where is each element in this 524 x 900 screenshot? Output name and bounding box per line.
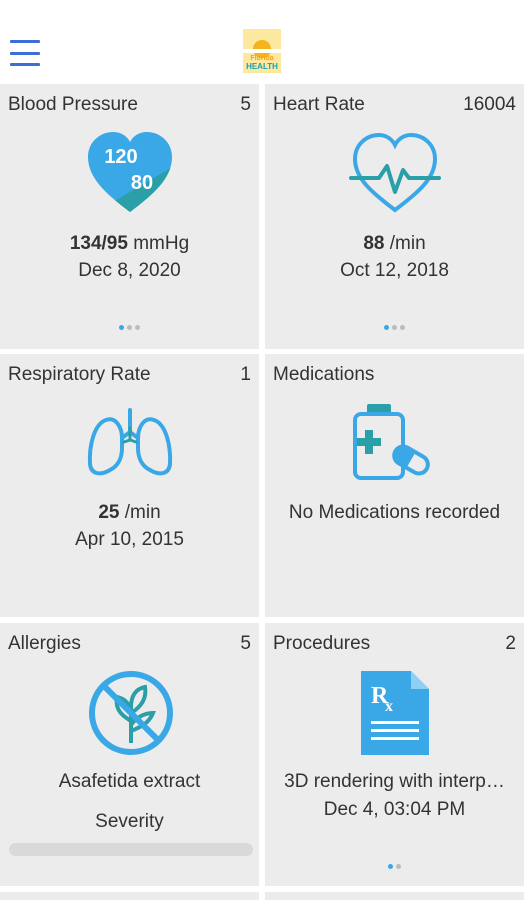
page-dot bbox=[400, 325, 405, 330]
menu-icon[interactable] bbox=[10, 40, 40, 66]
hr-date: Oct 12, 2018 bbox=[340, 260, 449, 281]
card-count: 5 bbox=[240, 94, 251, 115]
bp-date: Dec 8, 2020 bbox=[78, 260, 181, 281]
page-dot bbox=[119, 325, 124, 330]
card-count: 2 bbox=[505, 633, 516, 654]
severity-bar bbox=[9, 843, 253, 856]
allergy-name: Asafetida extract bbox=[58, 771, 201, 792]
app-logo: Florida HEALTH bbox=[243, 29, 281, 73]
page-indicator bbox=[265, 864, 524, 869]
page-dot bbox=[135, 325, 140, 330]
page-indicator bbox=[265, 325, 524, 330]
rr-value: 25 bbox=[98, 502, 120, 523]
card-count: 16004 bbox=[463, 94, 516, 115]
hr-value: 88 bbox=[363, 233, 385, 254]
card-respiratory-rate[interactable]: Respiratory Rate 1 25 /min Apr 10, 2015 bbox=[0, 354, 259, 617]
rr-reading: 25 /min bbox=[0, 502, 259, 524]
card-next-right[interactable] bbox=[265, 892, 524, 900]
page-dot bbox=[388, 864, 393, 869]
card-count: 5 bbox=[240, 633, 251, 654]
card-next-left[interactable] bbox=[0, 892, 259, 900]
heart-bp-icon: 120 80 bbox=[86, 130, 174, 218]
card-procedures[interactable]: Procedures 2 R x 3D rendering with inter… bbox=[265, 623, 524, 886]
bp-reading: 134/95 mmHg bbox=[0, 233, 259, 255]
card-title: Allergies bbox=[8, 633, 81, 654]
page-dot bbox=[127, 325, 132, 330]
svg-text:x: x bbox=[385, 698, 393, 715]
rr-unit: /min bbox=[119, 502, 161, 523]
hr-unit: /min bbox=[384, 233, 426, 254]
card-title: Medications bbox=[273, 364, 375, 385]
page-dot bbox=[396, 864, 401, 869]
card-title: Procedures bbox=[273, 633, 371, 654]
card-title: Blood Pressure bbox=[8, 94, 138, 115]
app-header: Florida HEALTH bbox=[0, 0, 524, 84]
page-indicator bbox=[0, 325, 259, 330]
prescription-icon: R x bbox=[359, 669, 431, 757]
no-plant-icon bbox=[87, 669, 175, 757]
bp-unit: mmHg bbox=[127, 233, 190, 254]
bp-systolic-label: 120 bbox=[104, 146, 137, 168]
card-count: 1 bbox=[240, 364, 251, 385]
card-heart-rate[interactable]: Heart Rate 16004 88 /min Oct 12, 2018 bbox=[265, 84, 524, 349]
dashboard-grid: Blood Pressure 5 120 80 134/95 mmHg Dec … bbox=[0, 84, 524, 900]
procedure-date: Dec 4, 03:04 PM bbox=[323, 799, 466, 820]
card-blood-pressure[interactable]: Blood Pressure 5 120 80 134/95 mmHg Dec … bbox=[0, 84, 259, 349]
page-dot bbox=[392, 325, 397, 330]
card-title: Respiratory Rate bbox=[8, 364, 151, 385]
heart-pulse-icon bbox=[349, 130, 441, 218]
rr-date: Apr 10, 2015 bbox=[75, 529, 184, 550]
card-allergies[interactable]: Allergies 5 Asafetida extract Severity bbox=[0, 623, 259, 886]
allergy-severity-label: Severity bbox=[95, 811, 164, 832]
card-title: Heart Rate bbox=[273, 94, 365, 115]
logo-text-health: HEALTH bbox=[246, 62, 278, 71]
hr-reading: 88 /min bbox=[265, 233, 524, 255]
lungs-icon bbox=[86, 406, 174, 478]
page-dot bbox=[384, 325, 389, 330]
meds-empty-message: No Medications recorded bbox=[288, 502, 501, 523]
bp-diastolic-label: 80 bbox=[131, 172, 153, 194]
bp-value: 134/95 bbox=[69, 233, 128, 254]
procedure-name: 3D rendering with interp… bbox=[284, 771, 505, 792]
card-medications[interactable]: Medications No Medications recorded bbox=[265, 354, 524, 617]
pill-bottle-icon bbox=[349, 402, 441, 482]
